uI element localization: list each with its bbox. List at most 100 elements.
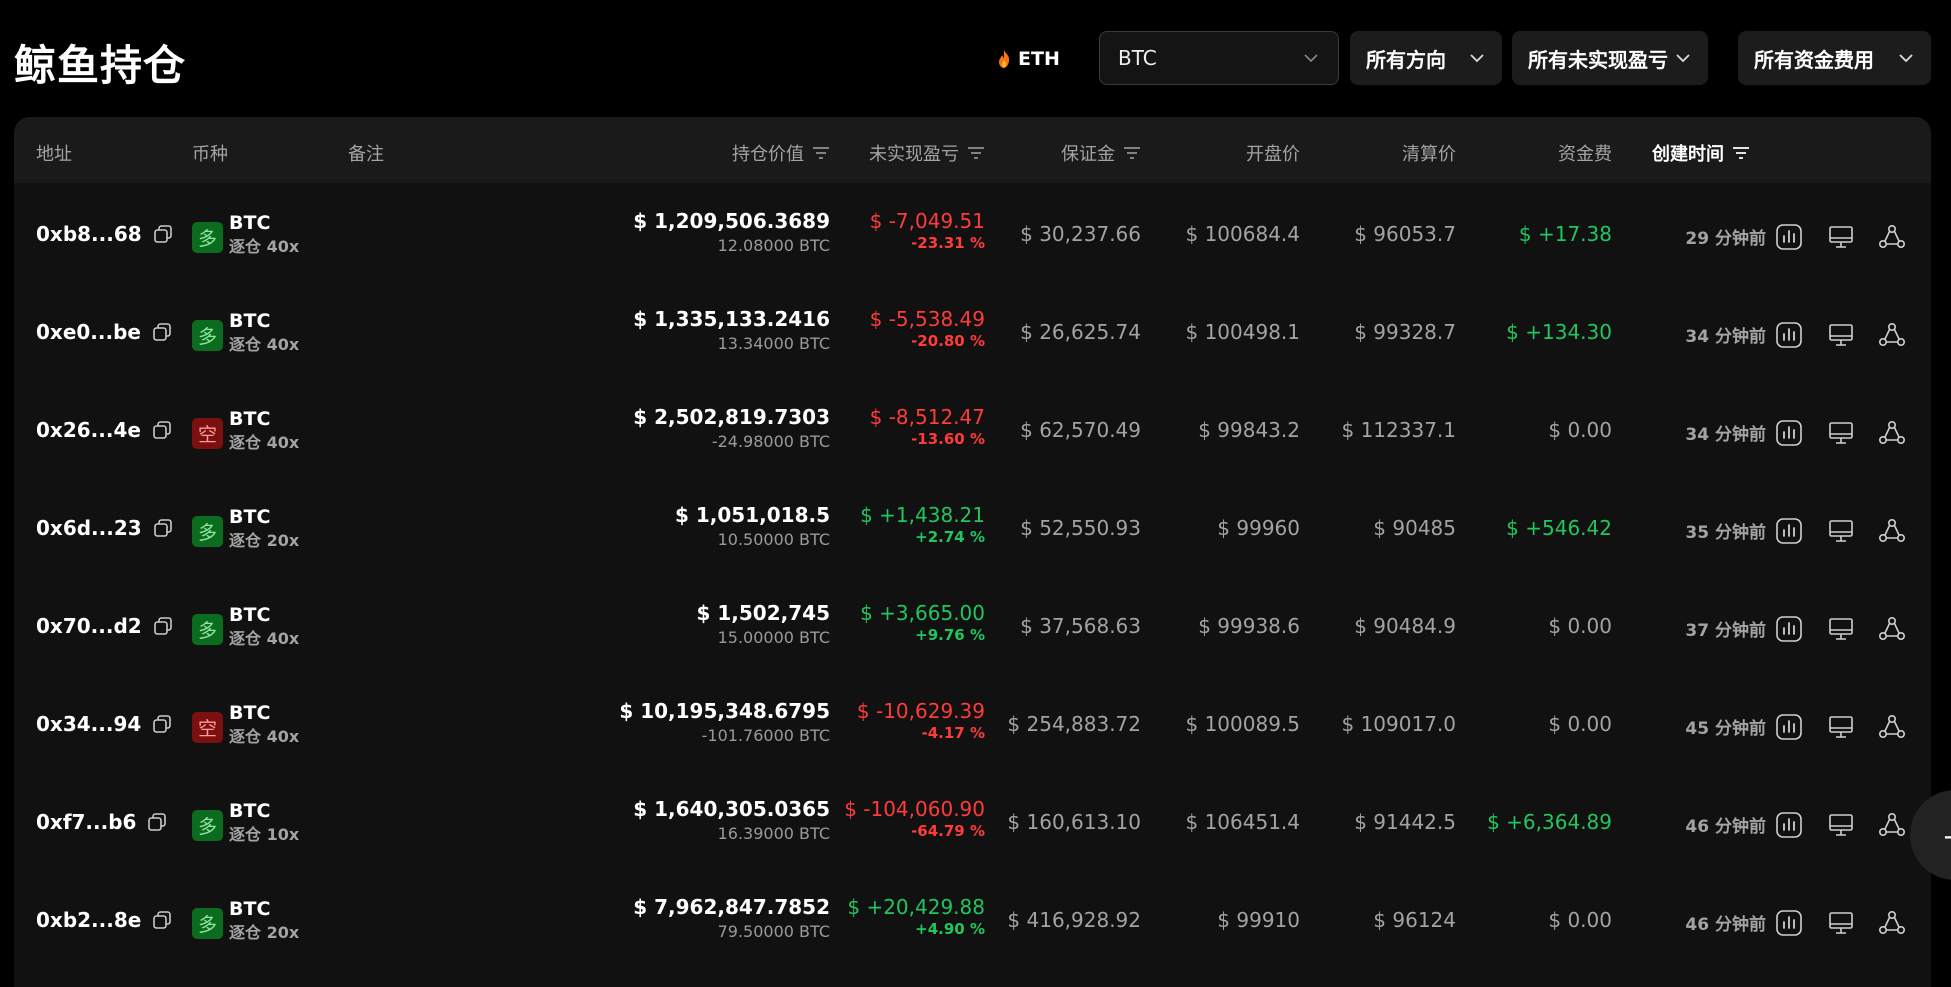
value-cell: $ 2,502,819.7303 -24.98000 BTC — [633, 404, 830, 454]
address-text[interactable]: 0x26...4e — [36, 418, 141, 442]
network-icon[interactable] — [1877, 712, 1907, 742]
monitor-icon[interactable] — [1826, 810, 1856, 840]
copy-icon[interactable] — [151, 909, 173, 931]
table-row[interactable]: 0xf7...b6 多 BTC 逐仓 10x $ 1,640,305.0365 … — [14, 774, 1931, 872]
monitor-icon[interactable] — [1826, 222, 1856, 252]
position-qty: 13.34000 BTC — [717, 334, 830, 353]
col-margin[interactable]: 保证金 — [1061, 140, 1141, 166]
table-row[interactable]: 0x6d...23 多 BTC 逐仓 20x $ 1,051,018.5 10.… — [14, 480, 1931, 578]
table-row[interactable]: 0x34...94 空 BTC 逐仓 40x $ 10,195,348.6795… — [14, 676, 1931, 774]
col-time[interactable]: 创建时间 — [1652, 140, 1750, 166]
margin-value: $ 254,883.72 — [1007, 712, 1141, 736]
value-cell: $ 1,051,018.5 10.50000 BTC — [675, 502, 830, 552]
col-pnl[interactable]: 未实现盈亏 — [869, 140, 985, 166]
network-icon[interactable] — [1877, 516, 1907, 546]
copy-icon[interactable] — [151, 321, 173, 343]
address-cell[interactable]: 0xe0...be — [36, 320, 173, 344]
address-cell[interactable]: 0x34...94 — [36, 712, 173, 736]
address-cell[interactable]: 0xb2...8e — [36, 908, 173, 932]
coin-symbol: BTC — [229, 604, 271, 626]
chart-icon[interactable] — [1774, 418, 1804, 448]
page-title: 鲸鱼持仓 — [14, 41, 187, 90]
value-cell: $ 1,640,305.0365 16.39000 BTC — [633, 796, 830, 846]
address-text[interactable]: 0x70...d2 — [36, 614, 142, 638]
pnl-filter[interactable]: 所有未实现盈亏 — [1512, 31, 1708, 85]
position-qty: -101.76000 BTC — [701, 726, 830, 745]
col-fee: 资金费 — [1558, 144, 1612, 165]
symbol-select[interactable]: BTC — [1099, 31, 1339, 85]
address-cell[interactable]: 0xb8...68 — [36, 222, 174, 246]
network-icon[interactable] — [1877, 222, 1907, 252]
side-badge: 空 — [192, 712, 223, 743]
chart-icon[interactable] — [1774, 222, 1804, 252]
direction-filter-label: 所有方向 — [1366, 47, 1446, 72]
monitor-icon[interactable] — [1826, 516, 1856, 546]
table-row[interactable]: 0x26...4e 空 BTC 逐仓 40x $ 2,502,819.7303 … — [14, 382, 1931, 480]
copy-icon[interactable] — [152, 615, 174, 637]
pnl-percent: -23.31 % — [911, 234, 985, 252]
pnl-value: $ -10,629.39 — [856, 699, 985, 723]
table-row[interactable]: 0xb8...68 多 BTC 逐仓 40x $ 1,209,506.3689 … — [14, 186, 1931, 284]
copy-icon[interactable] — [152, 517, 174, 539]
direction-filter[interactable]: 所有方向 — [1350, 31, 1502, 85]
pnl-filter-label: 所有未实现盈亏 — [1528, 47, 1668, 72]
chart-icon[interactable] — [1774, 516, 1804, 546]
pnl-value: $ +3,665.00 — [860, 601, 985, 625]
chart-icon[interactable] — [1774, 320, 1804, 350]
chart-icon[interactable] — [1774, 614, 1804, 644]
entry-price: $ 99910 — [1217, 908, 1300, 932]
margin-value: $ 30,237.66 — [1020, 222, 1141, 246]
address-text[interactable]: 0xb8...68 — [36, 222, 142, 246]
address-text[interactable]: 0xe0...be — [36, 320, 141, 344]
chevron-down-icon — [1899, 54, 1913, 63]
monitor-icon[interactable] — [1826, 614, 1856, 644]
position-value: $ 1,051,018.5 — [675, 503, 830, 527]
monitor-icon[interactable] — [1826, 320, 1856, 350]
pnl-cell: $ -5,538.49 -20.80 % — [870, 306, 985, 350]
address-text[interactable]: 0xb2...8e — [36, 908, 141, 932]
network-icon[interactable] — [1877, 320, 1907, 350]
copy-icon[interactable] — [151, 419, 173, 441]
chart-icon[interactable] — [1774, 810, 1804, 840]
monitor-icon[interactable] — [1826, 908, 1856, 938]
copy-icon[interactable] — [151, 713, 173, 735]
network-icon[interactable] — [1877, 908, 1907, 938]
liq-price: $ 96053.7 — [1354, 222, 1456, 246]
leverage-text: 逐仓 20x — [229, 531, 300, 550]
table-row[interactable]: 0xe0...be 多 BTC 逐仓 40x $ 1,335,133.2416 … — [14, 284, 1931, 382]
table-row[interactable]: 0x70...d2 多 BTC 逐仓 40x $ 1,502,745 15.00… — [14, 578, 1931, 676]
leverage-text: 逐仓 40x — [229, 335, 300, 354]
address-text[interactable]: 0x34...94 — [36, 712, 141, 736]
copy-icon[interactable] — [152, 223, 174, 245]
entry-price: $ 100498.1 — [1185, 320, 1300, 344]
chart-icon[interactable] — [1774, 908, 1804, 938]
network-icon[interactable] — [1877, 614, 1907, 644]
funding-fee: $ 0.00 — [1548, 908, 1612, 932]
side-badge: 多 — [192, 516, 223, 547]
liq-price: $ 90485 — [1373, 516, 1456, 540]
sort-icon — [968, 147, 984, 159]
side-badge: 多 — [192, 614, 223, 645]
address-cell[interactable]: 0x26...4e — [36, 418, 173, 442]
chart-icon[interactable] — [1774, 712, 1804, 742]
network-icon[interactable] — [1877, 810, 1907, 840]
flame-icon — [999, 50, 1010, 68]
address-text[interactable]: 0xf7...b6 — [36, 810, 136, 834]
monitor-icon[interactable] — [1826, 418, 1856, 448]
fee-filter[interactable]: 所有资金费用 — [1738, 31, 1931, 85]
monitor-icon[interactable] — [1826, 712, 1856, 742]
margin-value: $ 26,625.74 — [1020, 320, 1141, 344]
address-cell[interactable]: 0x6d...23 — [36, 516, 174, 540]
address-cell[interactable]: 0x70...d2 — [36, 614, 174, 638]
funding-fee: $ +6,364.89 — [1487, 810, 1612, 834]
eth-chip[interactable]: ETH — [996, 44, 1060, 74]
table-row[interactable]: 0xb2...8e 多 BTC 逐仓 20x $ 7,962,847.7852 … — [14, 872, 1931, 970]
network-icon[interactable] — [1877, 418, 1907, 448]
col-value[interactable]: 持仓价值 — [732, 140, 830, 166]
address-cell[interactable]: 0xf7...b6 — [36, 810, 168, 834]
liq-price: $ 96124 — [1373, 908, 1456, 932]
copy-icon[interactable] — [146, 811, 168, 833]
chevron-down-icon — [1470, 54, 1484, 63]
address-text[interactable]: 0x6d...23 — [36, 516, 142, 540]
coin-symbol: BTC — [229, 506, 271, 528]
